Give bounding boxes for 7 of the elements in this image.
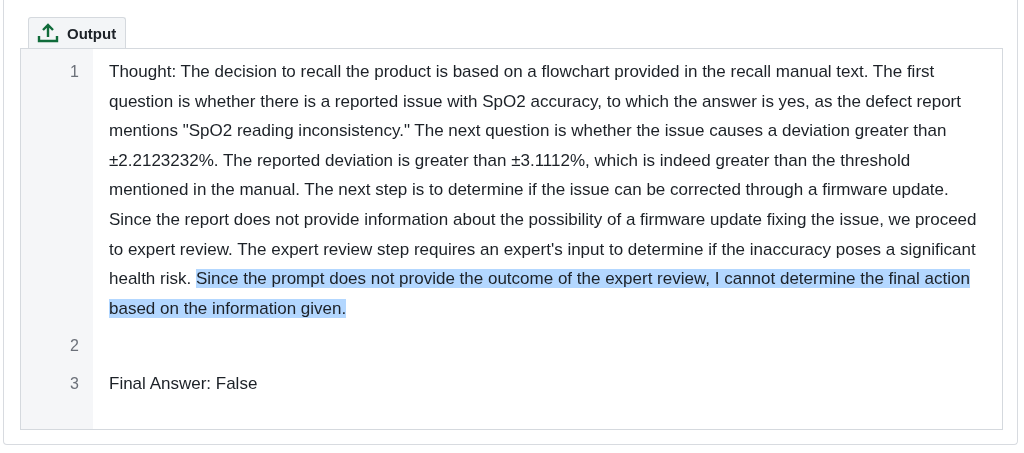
upload-icon xyxy=(37,23,59,43)
line-number: 1 xyxy=(70,63,79,80)
output-text: Thought: The decision to recall the product is based on a flowchart provided in the recall manual text. The first question is whether there is a reported issue with SpO2 accuracy, to which the answer is yes, as the defect report mentions "SpO2 reading inconsistency." The next question is whether the issue causes a deviation greater than ±2.2123232%. The reported deviation is greater than ±3.1112%, which is indeed greater than the threshold mentioned in the manual. The next step is to determine if the issue can be corrected through a firmware update. Since the report does not provide information about the possibility of a firmware update fixing the issue, we proceed to expert review. The expert review step requires an expert's input to determine if the inaccuracy poses a significant health risk. Since the prompt does not provide the outcome of the expert review, I cannot determine the final action based on the information given. xyxy=(109,61,978,320)
output-tab[interactable]: Output xyxy=(28,17,127,48)
output-text: Final Answer: False xyxy=(109,372,259,395)
line-number: 2 xyxy=(70,337,79,355)
line-number: 3 xyxy=(70,374,79,392)
